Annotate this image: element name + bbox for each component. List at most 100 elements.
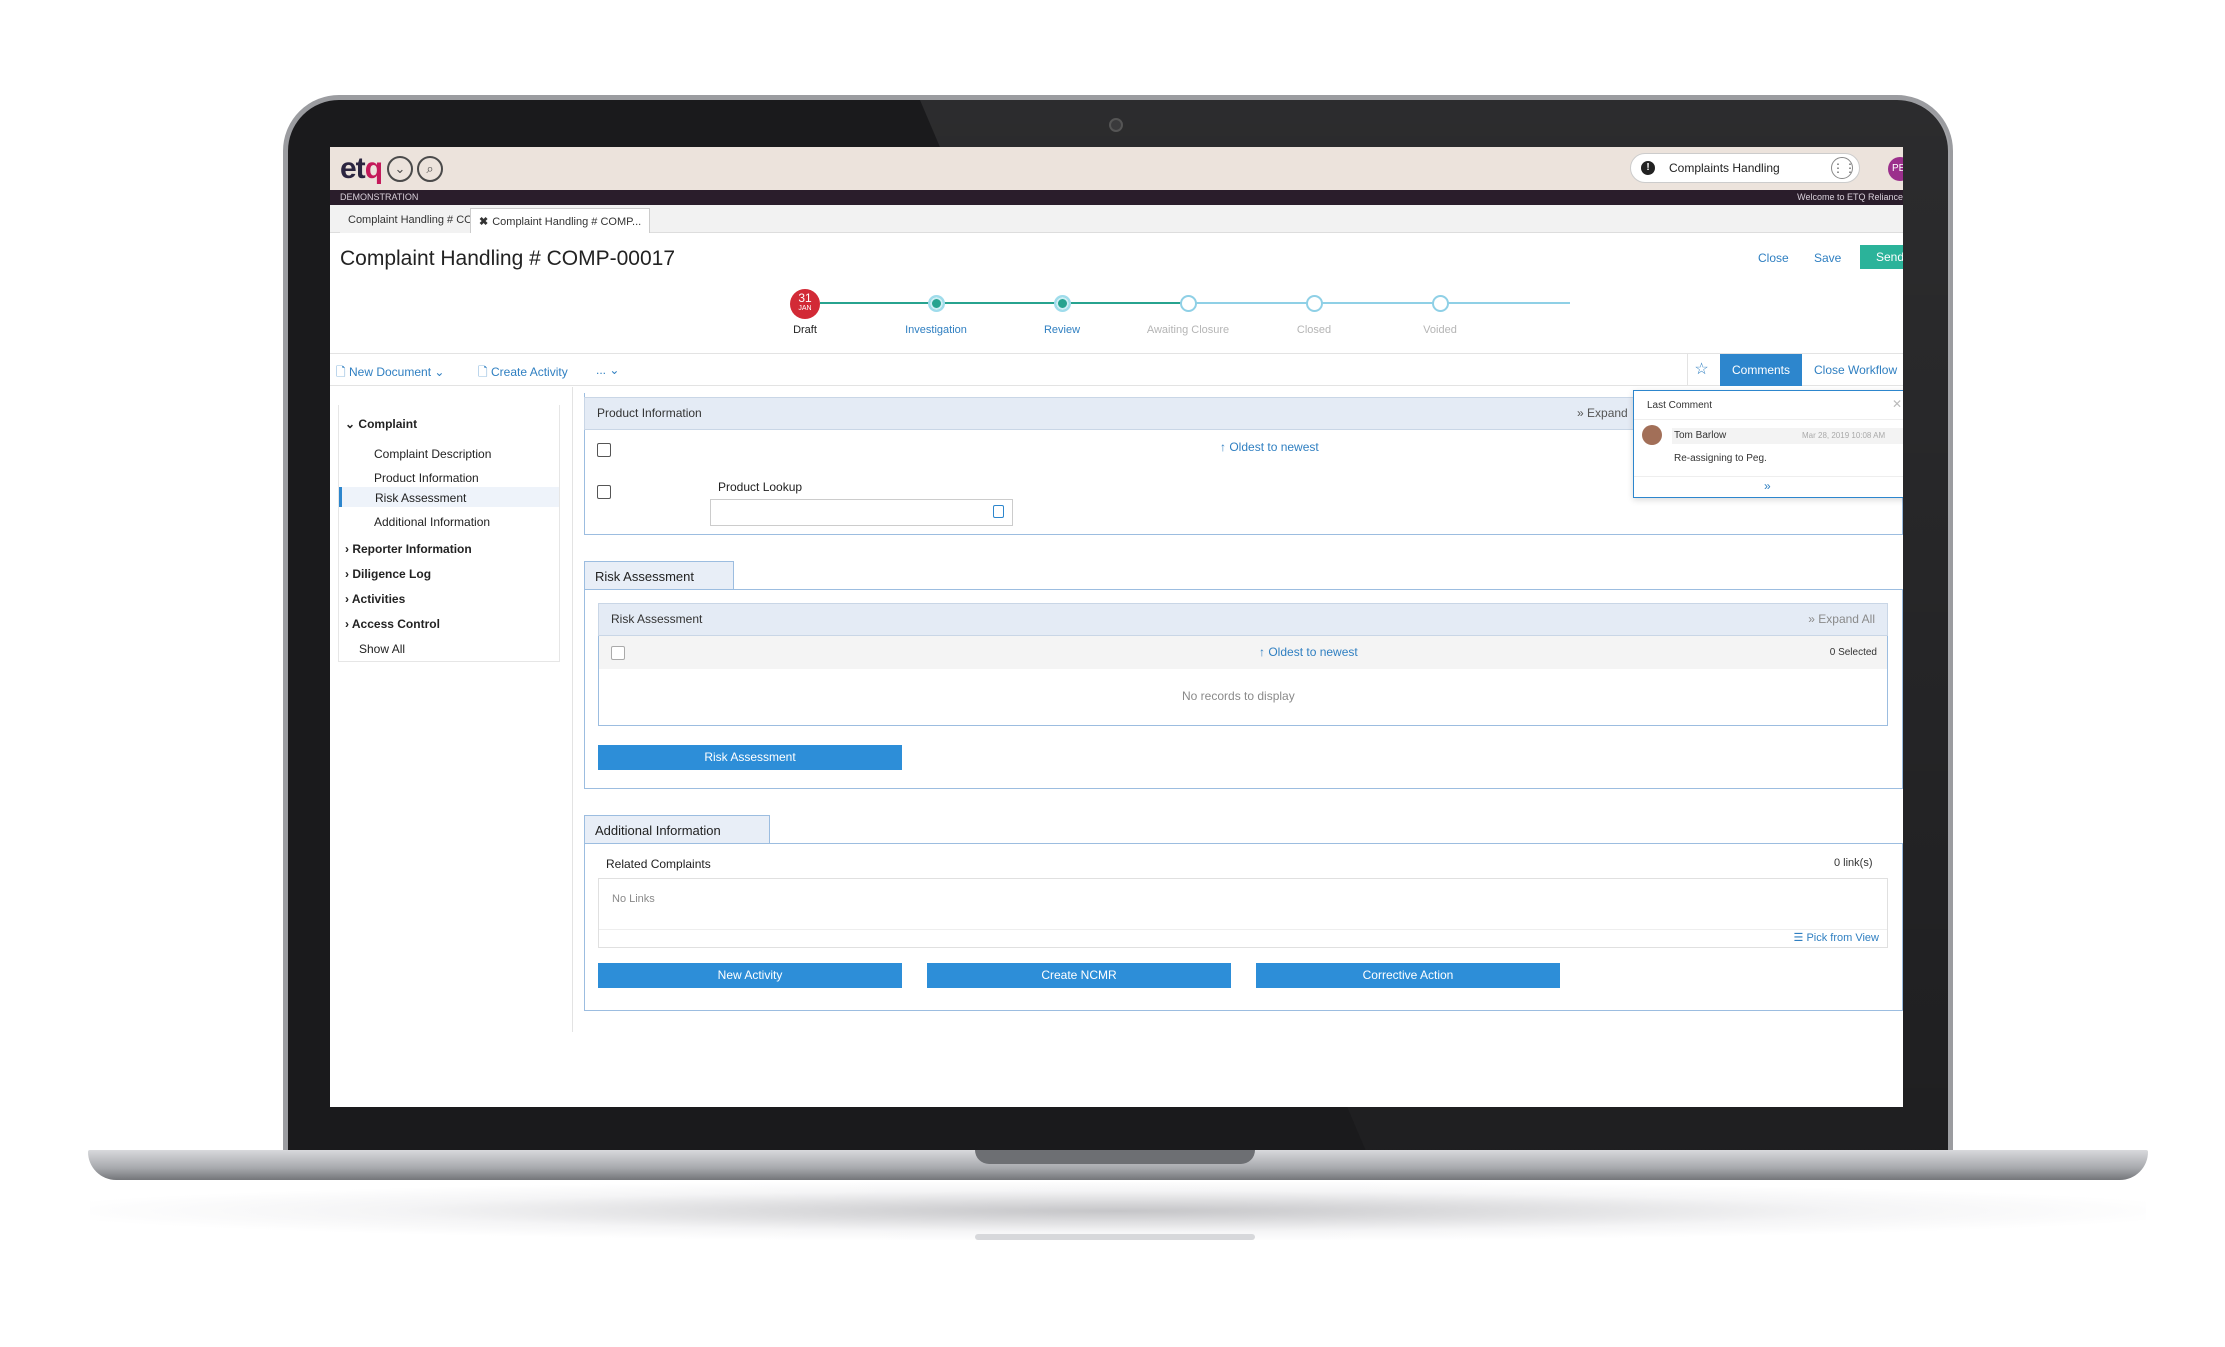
nav-access-label: Access Control	[351, 617, 440, 631]
pick-from-view-label: Pick from View	[1806, 932, 1879, 944]
document-tab-active[interactable]: ✖ Complaint Handling # COMP...	[470, 208, 651, 233]
popup-title: Last Comment	[1647, 400, 1713, 411]
laptop-reflection	[975, 1234, 1255, 1240]
corrective-action-button[interactable]: Corrective Action	[1256, 963, 1560, 988]
risk-assessment-grid: ↑ Oldest to newest 0 Selected No records…	[598, 636, 1888, 726]
arrow-up-icon: ↑	[1259, 645, 1265, 659]
laptop-shadow	[90, 1182, 2146, 1240]
last-comment-popup: Last Comment ✕ Tom Barlow Mar 28, 2019 1…	[1633, 390, 1903, 498]
nav-complaint[interactable]: ⌄ Complaint	[345, 417, 417, 431]
double-chevron-down-icon: »	[1577, 406, 1584, 420]
app-screen: etq ⌄ ⌕ ! Complaints Handling ⋮⋮ PE DEMO…	[330, 147, 1903, 1107]
nav-activities-label: Activities	[351, 592, 406, 606]
search-icon[interactable]: ⌕	[417, 156, 443, 182]
risk-assessment-grid-header: Risk Assessment » Expand All	[598, 603, 1888, 636]
workflow-line-done	[820, 302, 1190, 304]
selected-count: 0 Selected	[1829, 647, 1877, 658]
double-chevron-down-icon: »	[1808, 612, 1815, 626]
document-tabs: Complaint Handling # COMP-... ✖ Complaint…	[330, 205, 1903, 233]
apps-grid-icon[interactable]: ⋮⋮	[1831, 157, 1856, 179]
workflow-label-voided: Voided	[1423, 324, 1457, 336]
expand-all-toggle[interactable]: » Expand All	[1808, 612, 1875, 626]
chevron-right-icon: ›	[345, 592, 349, 606]
nav-item-additional-information[interactable]: Additional Information	[374, 515, 490, 529]
activity-icon: 🗋	[478, 365, 488, 379]
double-chevron-down-icon[interactable]: »	[1764, 479, 1771, 493]
risk-assessment-grid-title: Risk Assessment	[611, 612, 703, 626]
welcome-text: Welcome to ETQ Reliance	[1797, 192, 1903, 202]
environment-strip: DEMONSTRATION Welcome to ETQ Reliance	[330, 190, 1903, 205]
close-icon[interactable]: ✕	[1892, 397, 1902, 411]
nav-access-control[interactable]: › Access Control	[345, 617, 440, 631]
risk-assessment-section-tab[interactable]: Risk Assessment	[584, 561, 734, 589]
document-icon: 🗋	[336, 365, 346, 379]
new-document-menu[interactable]: 🗋 New Document ⌄	[336, 363, 444, 384]
additional-information-section-tab[interactable]: Additional Information	[584, 815, 770, 843]
new-document-label: New Document	[349, 365, 432, 379]
document-toolbar: 🗋 New Document ⌄ 🗋 Create Activity ... ⌄…	[330, 353, 1903, 386]
workflow-label-draft: Draft	[793, 324, 817, 336]
comment-author: Tom Barlow	[1674, 430, 1727, 441]
workflow-node-review	[1054, 295, 1071, 312]
avatar	[1642, 425, 1662, 445]
expand-all-label: Expand All	[1818, 612, 1875, 626]
more-actions-menu[interactable]: ... ⌄	[596, 363, 619, 377]
links-count: 0 link(s)	[1834, 857, 1873, 869]
workflow-label-awaiting-closure: Awaiting Closure	[1146, 324, 1230, 336]
product-lookup-field[interactable]	[710, 499, 1013, 526]
save-button[interactable]: Save	[1814, 251, 1841, 265]
etq-logo[interactable]: etq	[340, 152, 383, 186]
create-ncmr-button[interactable]: Create NCMR	[927, 963, 1231, 988]
date-day: 31	[798, 291, 812, 305]
risk-assessment-button[interactable]: Risk Assessment	[598, 745, 902, 770]
chevron-down-icon: ⌄	[434, 365, 445, 379]
row-checkbox[interactable]	[597, 485, 611, 499]
date-month: JAN	[798, 305, 812, 312]
comments-button[interactable]: Comments	[1720, 354, 1802, 386]
nav-item-complaint-description[interactable]: Complaint Description	[374, 447, 491, 461]
workflow-node-voided	[1432, 295, 1449, 312]
nav-divider	[572, 387, 573, 1032]
create-activity-button[interactable]: 🗋 Create Activity	[478, 363, 568, 384]
nav-item-product-information[interactable]: Product Information	[374, 471, 479, 485]
chevron-down-icon[interactable]: ⌄	[387, 156, 413, 182]
pick-from-view-link[interactable]: ☰ Pick from View	[1794, 931, 1879, 944]
workflow-line-pending	[1190, 302, 1570, 304]
sort-oldest-to-newest[interactable]: ↑ Oldest to newest	[1259, 645, 1358, 659]
empty-state: No records to display	[1182, 689, 1295, 703]
expand-toggle[interactable]: » Expand	[1577, 406, 1628, 420]
close-icon[interactable]: ✖	[479, 216, 488, 228]
application-name: Complaints Handling	[1669, 161, 1780, 175]
nav-reporter-information[interactable]: › Reporter Information	[345, 542, 472, 556]
select-all-checkbox[interactable]	[611, 646, 625, 660]
nav-show-all[interactable]: Show All	[359, 642, 405, 656]
lookup-icon[interactable]	[993, 505, 1004, 518]
more-label: ...	[596, 363, 607, 377]
document-tab-label: Complaint Handling # COMP...	[492, 216, 642, 228]
related-complaints-label: Related Complaints	[606, 857, 711, 871]
close-button[interactable]: Close	[1758, 251, 1789, 265]
workflow-node-investigation	[928, 295, 945, 312]
close-workflow-button[interactable]: Close Workflow	[1814, 363, 1897, 377]
webcam-icon	[1109, 118, 1123, 132]
avatar[interactable]: PE	[1888, 157, 1903, 181]
select-all-checkbox[interactable]	[597, 443, 611, 457]
nav-diligence-log[interactable]: › Diligence Log	[345, 567, 431, 581]
popup-divider	[1634, 419, 1903, 420]
popup-divider	[1634, 476, 1903, 477]
application-selector[interactable]: ! Complaints Handling ⋮⋮	[1630, 153, 1860, 183]
list-divider	[599, 929, 1887, 930]
new-activity-button[interactable]: New Activity	[598, 963, 902, 988]
environment-label: DEMONSTRATION	[340, 192, 419, 202]
page-title: Complaint Handling # COMP-00017	[340, 247, 676, 270]
nav-activities[interactable]: › Activities	[345, 592, 405, 606]
product-lookup-label: Product Lookup	[718, 480, 803, 494]
list-icon: ☰	[1793, 932, 1804, 944]
sort-label: Oldest to newest	[1268, 645, 1358, 659]
send-button[interactable]: Send	[1860, 245, 1903, 269]
star-icon[interactable]: ☆	[1687, 354, 1715, 386]
nav-reporter-label: Reporter Information	[352, 542, 472, 556]
sort-label: Oldest to newest	[1229, 440, 1319, 454]
sort-oldest-to-newest[interactable]: ↑ Oldest to newest	[1220, 440, 1319, 454]
nav-item-risk-assessment[interactable]: Risk Assessment	[375, 491, 466, 505]
